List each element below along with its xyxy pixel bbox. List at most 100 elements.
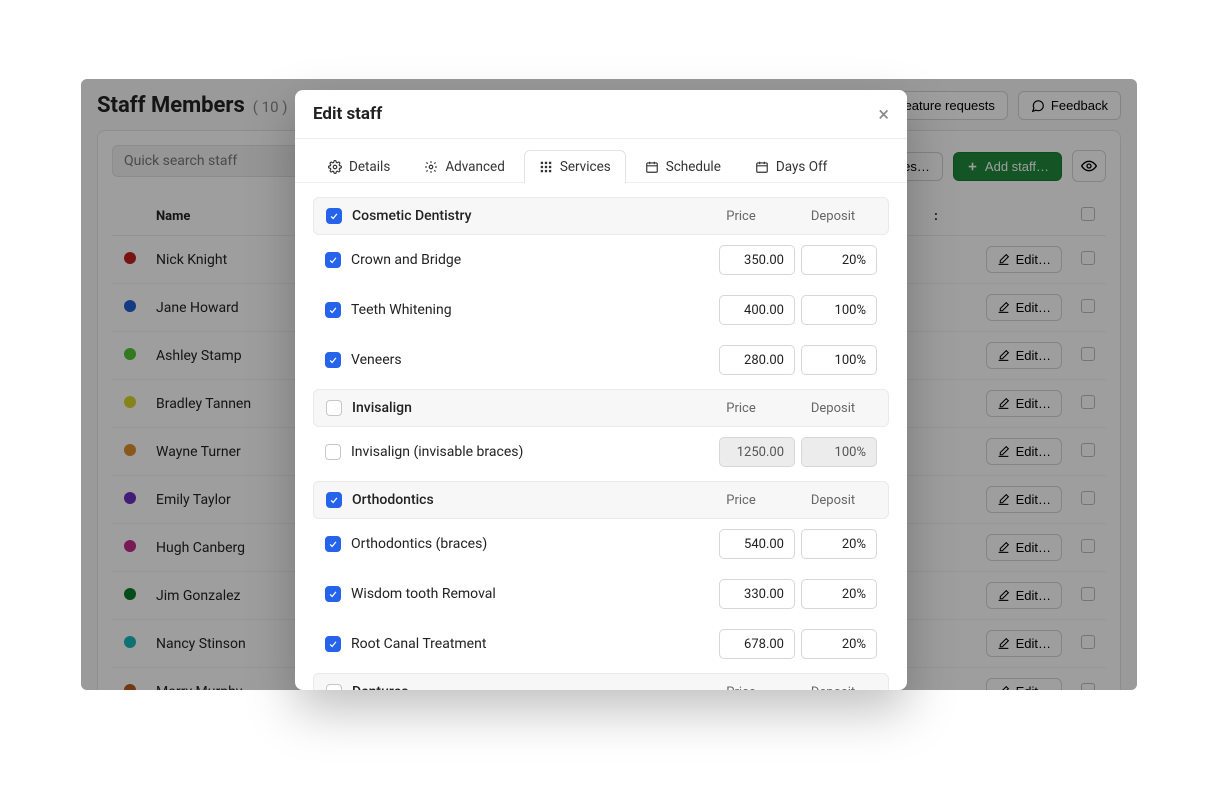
- deposit-header: Deposit: [790, 401, 876, 416]
- row-checkbox[interactable]: [1081, 491, 1095, 505]
- service-group-header: DenturesPriceDeposit: [313, 673, 889, 690]
- col-more: :: [912, 197, 960, 236]
- feedback-button[interactable]: Feedback: [1018, 91, 1121, 120]
- service-checkbox[interactable]: [325, 586, 341, 602]
- service-row: Root Canal Treatment: [313, 619, 889, 669]
- service-checkbox[interactable]: [325, 536, 341, 552]
- edit-button[interactable]: Edit…: [986, 390, 1062, 417]
- view-toggle-button[interactable]: [1072, 150, 1106, 182]
- price-header: Price: [698, 401, 784, 416]
- edit-icon: [997, 541, 1010, 554]
- deposit-input[interactable]: [801, 529, 877, 559]
- row-checkbox[interactable]: [1081, 539, 1095, 553]
- tab-details[interactable]: Details: [313, 150, 405, 183]
- edit-button[interactable]: Edit…: [986, 342, 1062, 369]
- edit-button[interactable]: Edit…: [986, 438, 1062, 465]
- calendar-icon: [645, 160, 659, 174]
- price-input[interactable]: [719, 245, 795, 275]
- row-checkbox[interactable]: [1081, 299, 1095, 313]
- page-title-text: Staff Members: [97, 93, 245, 118]
- close-icon[interactable]: ×: [878, 104, 889, 124]
- service-row: Teeth Whitening: [313, 285, 889, 335]
- row-checkbox[interactable]: [1081, 683, 1095, 691]
- service-group-name: Cosmetic Dentistry: [342, 208, 698, 224]
- edit-staff-modal: Edit staff × Details Advanced Services S…: [295, 90, 907, 690]
- modal-title: Edit staff: [313, 104, 382, 124]
- row-checkbox[interactable]: [1081, 635, 1095, 649]
- row-checkbox[interactable]: [1081, 443, 1095, 457]
- service-checkbox[interactable]: [325, 252, 341, 268]
- service-group-name: Orthodontics: [342, 492, 698, 508]
- edit-icon: [997, 397, 1010, 410]
- service-name: Veneers: [341, 352, 719, 368]
- edit-icon: [997, 349, 1010, 362]
- row-checkbox[interactable]: [1081, 347, 1095, 361]
- color-dot: [124, 252, 136, 264]
- row-checkbox[interactable]: [1081, 395, 1095, 409]
- tab-daysoff[interactable]: Days Off: [740, 150, 842, 183]
- add-staff-button[interactable]: Add staff…: [953, 152, 1062, 181]
- edit-button[interactable]: Edit…: [986, 534, 1062, 561]
- row-checkbox[interactable]: [1081, 587, 1095, 601]
- deposit-input[interactable]: [801, 295, 877, 325]
- edit-button[interactable]: Edit…: [986, 246, 1062, 273]
- color-dot: [124, 348, 136, 360]
- gear-icon: [328, 160, 342, 174]
- deposit-header: Deposit: [790, 685, 876, 691]
- service-checkbox[interactable]: [326, 492, 342, 508]
- service-checkbox[interactable]: [326, 208, 342, 224]
- modal-body: Cosmetic DentistryPriceDepositCrown and …: [295, 183, 907, 690]
- deposit-input[interactable]: [801, 629, 877, 659]
- tab-services[interactable]: Services: [524, 150, 626, 183]
- edit-button[interactable]: Edit…: [986, 486, 1062, 513]
- edit-button[interactable]: Edit…: [986, 294, 1062, 321]
- edit-icon: [997, 637, 1010, 650]
- service-group-name: Invisalign: [342, 400, 698, 416]
- header-checkbox[interactable]: [1081, 207, 1095, 221]
- service-name: Teeth Whitening: [341, 302, 719, 318]
- edit-icon: [997, 493, 1010, 506]
- price-input[interactable]: [719, 529, 795, 559]
- color-dot: [124, 396, 136, 408]
- color-dot: [124, 444, 136, 456]
- service-row: Wisdom tooth Removal: [313, 569, 889, 619]
- deposit-input[interactable]: [801, 345, 877, 375]
- service-row: Invisalign (invisable braces): [313, 427, 889, 477]
- modal-tabs: Details Advanced Services Schedule Days …: [295, 139, 907, 183]
- service-checkbox[interactable]: [326, 400, 342, 416]
- tab-schedule[interactable]: Schedule: [630, 150, 736, 183]
- price-header: Price: [698, 685, 784, 691]
- edit-icon: [997, 445, 1010, 458]
- row-checkbox[interactable]: [1081, 251, 1095, 265]
- color-dot: [124, 684, 136, 691]
- service-checkbox[interactable]: [326, 684, 342, 690]
- service-group-header: Cosmetic DentistryPriceDeposit: [313, 197, 889, 235]
- edit-icon: [997, 253, 1010, 266]
- page-count: ( 10 ): [253, 98, 288, 116]
- service-group-header: OrthodonticsPriceDeposit: [313, 481, 889, 519]
- modal-header: Edit staff ×: [295, 90, 907, 139]
- deposit-input[interactable]: [801, 245, 877, 275]
- edit-button[interactable]: Edit…: [986, 630, 1062, 657]
- price-input[interactable]: [719, 629, 795, 659]
- service-checkbox[interactable]: [325, 636, 341, 652]
- feature-requests-label: Feature requests: [897, 98, 995, 113]
- color-dot: [124, 492, 136, 504]
- deposit-header: Deposit: [790, 209, 876, 224]
- edit-button[interactable]: Edit…: [986, 678, 1062, 690]
- price-input[interactable]: [719, 579, 795, 609]
- color-dot: [124, 540, 136, 552]
- edit-button[interactable]: Edit…: [986, 582, 1062, 609]
- edit-icon: [997, 685, 1010, 690]
- service-checkbox[interactable]: [325, 352, 341, 368]
- tab-advanced[interactable]: Advanced: [409, 150, 520, 183]
- deposit-input[interactable]: [801, 579, 877, 609]
- sliders-icon: [424, 160, 438, 174]
- service-checkbox[interactable]: [325, 444, 341, 460]
- service-checkbox[interactable]: [325, 302, 341, 318]
- deposit-input: [801, 437, 877, 467]
- price-input[interactable]: [719, 295, 795, 325]
- price-input[interactable]: [719, 345, 795, 375]
- service-name: Root Canal Treatment: [341, 636, 719, 652]
- service-name: Invisalign (invisable braces): [341, 444, 719, 460]
